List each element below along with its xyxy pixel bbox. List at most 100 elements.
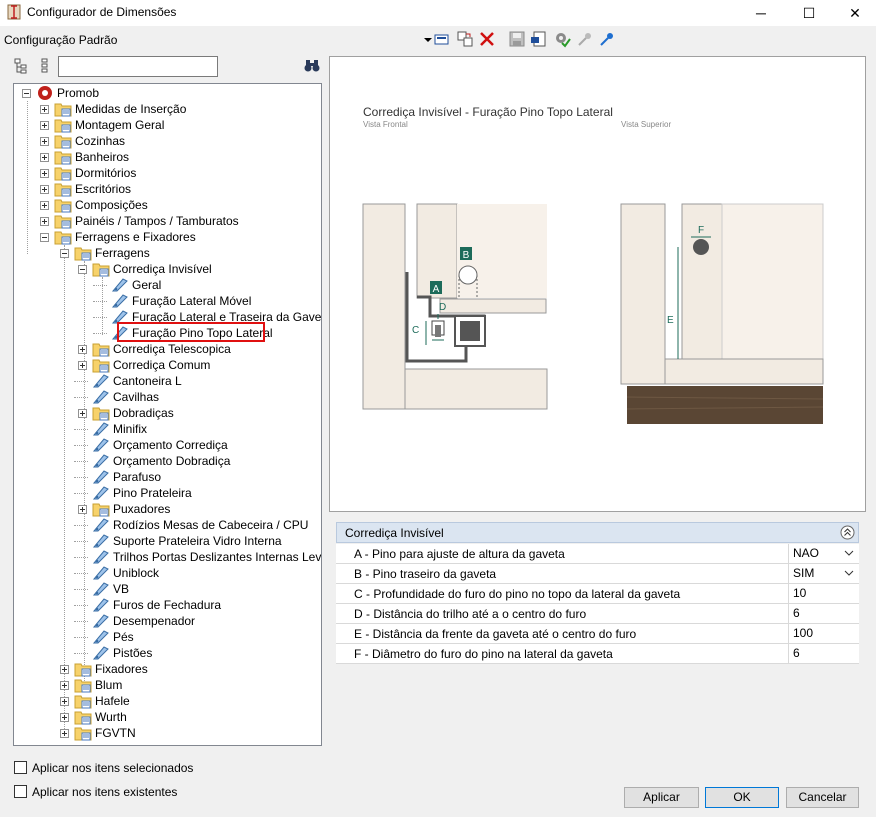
tree-node-folder[interactable]: Fixadores xyxy=(60,661,314,677)
expand-toggle[interactable] xyxy=(40,121,49,130)
expand-toggle[interactable] xyxy=(40,137,49,146)
tree-node-leaf[interactable]: Orçamento Dobradiça xyxy=(78,453,314,469)
tree-node-folder[interactable]: Hafele xyxy=(60,693,314,709)
cancel-button[interactable]: Cancelar xyxy=(786,787,859,808)
pin-blue-icon[interactable] xyxy=(598,30,616,48)
tree-node-leaf[interactable]: Pistões xyxy=(78,645,314,661)
property-value-input[interactable]: 10 xyxy=(788,584,858,603)
property-group-header[interactable]: Corrediça Invisível xyxy=(336,522,859,543)
property-value-input[interactable]: 6 xyxy=(788,604,858,623)
minimize-button[interactable]: ─ xyxy=(738,0,784,26)
tree-node-category[interactable]: Medidas de Inserção xyxy=(40,101,314,117)
property-row[interactable]: B - Pino traseiro da gaveta SIM xyxy=(336,564,859,584)
copy-config-icon[interactable] xyxy=(456,30,474,48)
tree-node-leaf[interactable]: Geral xyxy=(97,277,314,293)
expand-toggle[interactable] xyxy=(40,105,49,114)
collapse-group-icon[interactable] xyxy=(840,525,855,540)
expand-toggle[interactable] xyxy=(60,681,69,690)
property-row[interactable]: E - Distância da frente da gaveta até o … xyxy=(336,624,859,644)
tree-node-folder[interactable]: FGVTN xyxy=(60,725,314,741)
expand-toggle[interactable] xyxy=(78,361,87,370)
tree-node-leaf[interactable]: Uniblock xyxy=(78,565,314,581)
tree-node-leaf[interactable]: Furos de Fechadura xyxy=(78,597,314,613)
expand-toggle[interactable] xyxy=(40,185,49,194)
tree-node-leaf[interactable]: Suporte Prateleira Vidro Interna xyxy=(78,533,314,549)
tree-node-ferragens[interactable]: Ferragens xyxy=(60,245,314,261)
collapse-toggle[interactable] xyxy=(40,233,49,242)
tree-node-folder[interactable]: Puxadores xyxy=(78,501,314,517)
collapse-toggle[interactable] xyxy=(78,265,87,274)
pin-gray-icon[interactable] xyxy=(576,30,594,48)
tree-node-category[interactable]: Painéis / Tampos / Tamburatos xyxy=(40,213,314,229)
edit-config-icon[interactable] xyxy=(433,30,451,48)
property-dropdown[interactable]: NAO xyxy=(788,544,858,563)
tree-node-leaf[interactable]: Parafuso xyxy=(78,469,314,485)
expand-toggle[interactable] xyxy=(60,729,69,738)
collapse-toggle[interactable] xyxy=(22,89,31,98)
property-row[interactable]: F - Diâmetro do furo do pino na lateral … xyxy=(336,644,859,664)
tree-node-category[interactable]: Escritórios xyxy=(40,181,314,197)
tree-node-category[interactable]: Composições xyxy=(40,197,314,213)
tree-node-corredica-invisivel[interactable]: Corrediça Invisível xyxy=(78,261,314,277)
tree-node-leaf[interactable]: Trilhos Portas Deslizantes Internas Leve… xyxy=(78,549,321,565)
tree-node-leaf[interactable]: Minifix xyxy=(78,421,314,437)
apply-selected-checkbox[interactable] xyxy=(14,761,27,774)
tree-node-category[interactable]: Banheiros xyxy=(40,149,314,165)
tree-node-leaf[interactable]: Rodízios Mesas de Cabeceira / CPU xyxy=(78,517,314,533)
save-icon[interactable] xyxy=(508,30,526,48)
property-value-input[interactable]: 6 xyxy=(788,644,858,663)
tree-node-leaf[interactable]: Cantoneira L xyxy=(78,373,314,389)
expand-toggle[interactable] xyxy=(78,409,87,418)
export-icon[interactable] xyxy=(530,30,548,48)
apply-existing-checkbox[interactable] xyxy=(14,785,27,798)
expand-toggle[interactable] xyxy=(60,713,69,722)
collapse-all-icon[interactable] xyxy=(37,58,53,74)
collapse-toggle[interactable] xyxy=(60,249,69,258)
expand-toggle[interactable] xyxy=(40,169,49,178)
tree-node-folder[interactable]: Corrediça Telescopica xyxy=(78,341,314,357)
maximize-button[interactable]: ☐ xyxy=(786,0,832,26)
tree-node-folder[interactable]: Blum xyxy=(60,677,314,693)
expand-toggle[interactable] xyxy=(40,217,49,226)
expand-all-icon[interactable] xyxy=(14,58,30,74)
tree-node-category[interactable]: Ferragens e Fixadores xyxy=(40,229,314,245)
tree-node-leaf[interactable]: Desempenador xyxy=(78,613,314,629)
expand-toggle[interactable] xyxy=(60,665,69,674)
folder-icon xyxy=(54,117,72,133)
tree-node-folder[interactable]: Wurth xyxy=(60,709,314,725)
settings-check-icon[interactable] xyxy=(553,30,571,48)
expand-toggle[interactable] xyxy=(40,153,49,162)
chevron-down-icon[interactable] xyxy=(844,570,854,577)
delete-icon[interactable] xyxy=(478,30,496,48)
expand-toggle[interactable] xyxy=(78,505,87,514)
binoculars-icon[interactable] xyxy=(304,57,320,73)
tree-node-leaf[interactable]: Cavilhas xyxy=(78,389,314,405)
tree-node-leaf[interactable]: Pino Prateleira xyxy=(78,485,314,501)
expand-toggle[interactable] xyxy=(78,345,87,354)
tree-node-category[interactable]: Dormitórios xyxy=(40,165,314,181)
tree-node-leaf[interactable]: Furação Lateral Móvel xyxy=(97,293,314,309)
close-button[interactable]: ✕ xyxy=(832,0,876,26)
tree-node-category[interactable]: Cozinhas xyxy=(40,133,314,149)
chevron-down-icon[interactable] xyxy=(844,550,854,557)
expand-toggle[interactable] xyxy=(40,201,49,210)
tree-node-label: Furos de Fechadura xyxy=(113,598,222,612)
apply-button[interactable]: Aplicar xyxy=(624,787,699,808)
tree-node-leaf[interactable]: Orçamento Corrediça xyxy=(78,437,314,453)
property-dropdown[interactable]: SIM xyxy=(788,564,858,583)
tree-node-leaf[interactable]: Pés xyxy=(78,629,314,645)
tree-node-label: Fixadores xyxy=(95,662,148,676)
ok-button[interactable]: OK xyxy=(705,787,779,808)
search-input[interactable] xyxy=(58,56,218,77)
property-value-input[interactable]: 100 xyxy=(788,624,858,643)
tree-node-promob[interactable]: Promob xyxy=(22,85,312,101)
expand-toggle[interactable] xyxy=(60,697,69,706)
property-row[interactable]: A - Pino para ajuste de altura da gaveta… xyxy=(336,544,859,564)
tree-node-category[interactable]: Montagem Geral xyxy=(40,117,314,133)
property-row[interactable]: C - Profundidade do furo do pino no topo… xyxy=(336,584,859,604)
category-tree[interactable]: Promob Medidas de Inserção Montagem Geral… xyxy=(13,83,322,746)
property-row[interactable]: D - Distância do trilho até a o centro d… xyxy=(336,604,859,624)
tree-node-folder[interactable]: Dobradiças xyxy=(78,405,314,421)
tree-node-folder[interactable]: Corrediça Comum xyxy=(78,357,314,373)
tree-node-leaf[interactable]: VB xyxy=(78,581,314,597)
